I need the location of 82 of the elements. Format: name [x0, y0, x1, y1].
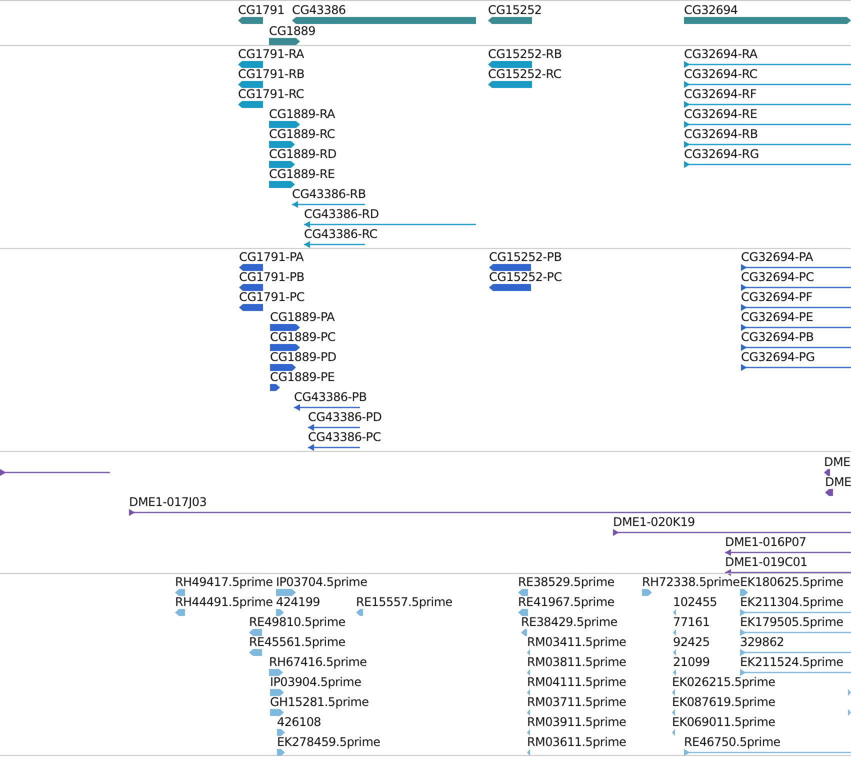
feature-label: IP03704.5prime: [276, 575, 368, 589]
feature-label: EK179505.5prime: [740, 615, 844, 629]
feature-label: EK026215.5prime: [672, 675, 776, 689]
feature-label: CG1889-RE: [269, 167, 335, 181]
feature-label: CG43386-RB: [292, 187, 366, 201]
feature-label: EK211524.5prime: [740, 655, 844, 669]
feature-label: RE41967.5prime: [518, 595, 614, 609]
feature-label: CG15252-PC: [489, 270, 562, 284]
feature-label: RE49810.5prime: [249, 615, 346, 629]
feature-label: RH67416.5prime: [269, 655, 367, 669]
feature-label: CG1791-PA: [239, 250, 304, 264]
feature-label: CG32694-PE: [741, 310, 814, 324]
feature-label: CG1791-RB: [238, 67, 304, 81]
feature-label: CG32694-RB: [684, 127, 758, 141]
feature-label: CG32694-PA: [741, 250, 813, 264]
feature-label: RM03611.5prime: [527, 735, 626, 749]
feature-label: CG43386-PD: [308, 410, 382, 424]
feature-label: CG43386: [292, 3, 346, 17]
feature-label: RM03711.5prime: [527, 695, 626, 709]
feature-label: 329862: [740, 635, 784, 649]
feature-label: CG15252: [488, 3, 542, 17]
feature-label: CG32694-RC: [684, 67, 758, 81]
feature-label: CG32694: [684, 3, 738, 17]
feature-label: CG1791-RA: [238, 47, 304, 61]
feature-label: IP03904.5prime: [270, 675, 362, 689]
feature-label: CG1889-RC: [269, 127, 335, 141]
feature-label: CG32694-RA: [684, 47, 758, 61]
feature-label: CG32694-RF: [684, 87, 756, 101]
feature-label: 77161: [673, 615, 710, 629]
feature-label: CG1889-RD: [269, 147, 336, 161]
feature-label: RM04111.5prime: [527, 675, 626, 689]
feature-label: CG1889-PC: [270, 330, 336, 344]
feature-label: 21099: [673, 655, 710, 669]
feature-label: RM03411.5prime: [527, 635, 626, 649]
feature-label: CG1889-RA: [269, 107, 335, 121]
feature-label: CG43386-PB: [294, 390, 367, 404]
feature-label: RH44491.5prime: [175, 595, 273, 609]
feature-label: 92425: [673, 635, 710, 649]
feature-label: DME1-020K19: [613, 515, 695, 529]
feature-label: RE46750.5prime: [684, 735, 780, 749]
feature-label: CG1791-PB: [239, 270, 304, 284]
feature-label: RE45561.5prime: [249, 635, 346, 649]
feature-label: RH49417.5prime: [175, 575, 273, 589]
feature-label: RE38429.5prime: [521, 615, 618, 629]
feature-label: EK211304.5prime: [740, 595, 844, 609]
feature-label: 102455: [673, 595, 718, 609]
feature-label: GH15281.5prime: [270, 695, 369, 709]
feature-label: EK087619.5prime: [672, 695, 776, 709]
feature-label: DME1-019C01: [725, 555, 808, 569]
feature-label: CG1889-PD: [270, 350, 336, 364]
feature-label: CG32694-RG: [684, 147, 759, 161]
feature-label: CG32694-PG: [741, 350, 815, 364]
feature-label: CG32694-RE: [684, 107, 758, 121]
feature-label: EK278459.5prime: [277, 735, 380, 749]
feature-label: DME1-016P07: [725, 535, 806, 549]
feature-label: CG15252-PB: [489, 250, 562, 264]
feature-label: EK069011.5prime: [672, 715, 776, 729]
feature-label: RM03911.5prime: [527, 715, 626, 729]
feature-label: RM03811.5prime: [527, 655, 626, 669]
feature-label: CG32694-PB: [741, 330, 814, 344]
feature-label: 426108: [277, 715, 322, 729]
feature-label: CG43386-RD: [304, 207, 379, 221]
feature-label: CG1889-PA: [270, 310, 335, 324]
feature-label: CG43386-PC: [308, 430, 381, 444]
feature-label: CG1791: [238, 3, 284, 17]
feature-label: CG1791-PC: [239, 290, 304, 304]
feature-label: DME: [824, 455, 850, 469]
feature-label: RH72338.5prime: [642, 575, 740, 589]
feature-label: EK180625.5prime: [740, 575, 844, 589]
feature-label: 424199: [276, 595, 320, 609]
feature-label: CG43386-RC: [304, 227, 378, 241]
feature-label: CG1889: [269, 24, 316, 38]
feature-label: CG15252-RC: [488, 67, 562, 81]
feature-label: DME: [825, 475, 851, 489]
feature-label: CG32694-PF: [741, 290, 812, 304]
feature-label: CG1889-PE: [270, 370, 335, 384]
feature-label: CG1791-RC: [238, 87, 304, 101]
feature-label: RE38529.5prime: [518, 575, 614, 589]
feature-label: CG15252-RB: [488, 47, 562, 61]
feature-label: RE15557.5prime: [356, 595, 452, 609]
feature-label: CG32694-PC: [741, 270, 814, 284]
feature-label: DME1-017J03: [129, 495, 207, 509]
